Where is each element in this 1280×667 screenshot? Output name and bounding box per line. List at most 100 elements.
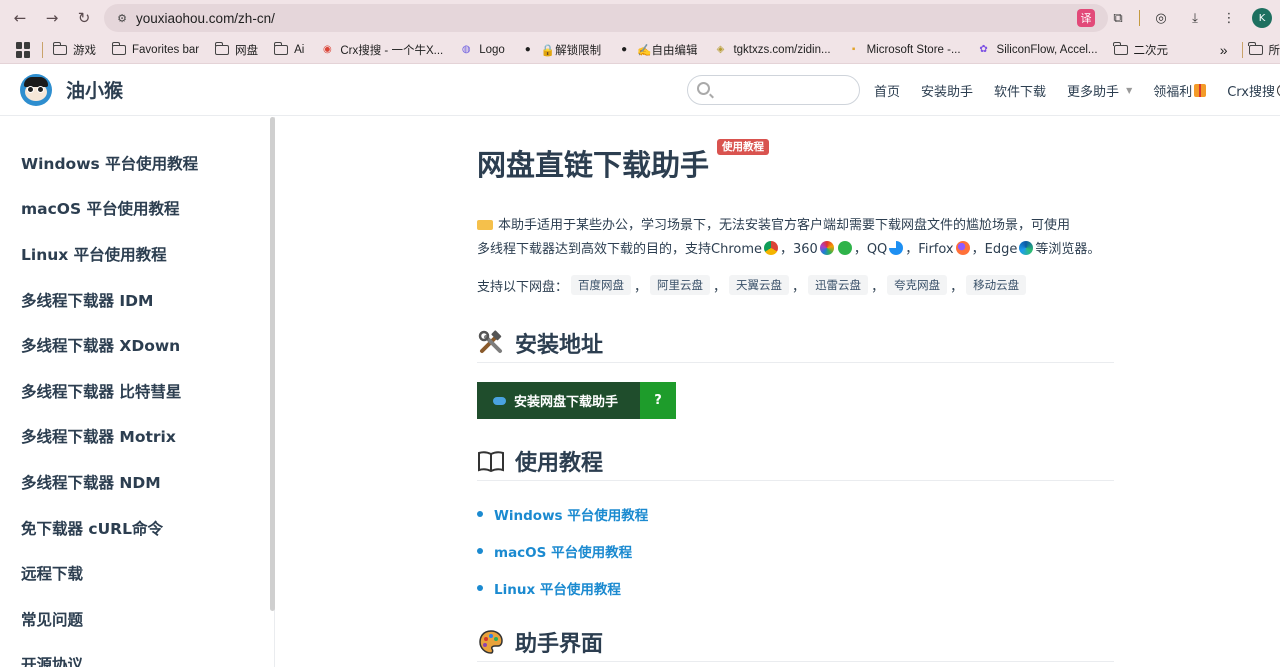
bookmark-label: ✍自由编辑 [637, 44, 698, 57]
intro-paragraph: 本助手适用于某些办公，学习场景下，无法安装官方客户端却需要下载网盘文件的尴尬场景… [477, 214, 1113, 262]
bookmark-item[interactable]: 网盘 [214, 41, 258, 58]
url-text[interactable]: youxiaohou.com/zh-cn/ [136, 11, 275, 26]
tutorial-link-macos[interactable]: macOS 平台使用教程 [477, 532, 1117, 569]
section-ui-title: 助手界面 [515, 631, 604, 657]
bookmark-label: 🔒解锁限制 [540, 44, 602, 57]
intro-text-6: ，Edge [971, 242, 1018, 257]
chrome-icon [764, 241, 778, 255]
intro-text-3: ，360 [780, 242, 818, 257]
ie-icon [837, 241, 852, 255]
search-icon [697, 82, 710, 95]
install-button-group: 安装网盘下载助手 ? [477, 382, 676, 419]
all-bookmarks-label[interactable]: 所 [1269, 42, 1280, 58]
sidebar-item-curl[interactable]: 免下载器 cURL命令 [0, 505, 274, 551]
reload-button[interactable]: ↻ [70, 4, 98, 32]
arrow-right-icon: → [45, 9, 59, 27]
address-bar[interactable]: ⚙ youxiaohou.com/zh-cn/ ☆ [104, 4, 1108, 32]
search-input[interactable] [718, 80, 854, 100]
install-help-button[interactable]: ? [640, 382, 676, 419]
tutorial-link-windows[interactable]: Windows 平台使用教程 [477, 495, 1117, 532]
page-title-text: 网盘直链下载助手 [477, 148, 710, 182]
top-nav: 首页 安装助手 软件下载 更多助手 ▼ 领福利 Crx搜搜18 [874, 64, 1280, 116]
sidebar-item-license[interactable]: 开源协议 [0, 642, 274, 667]
nav-home[interactable]: 首页 [874, 81, 900, 100]
back-button[interactable]: ← [6, 4, 34, 32]
drive-separator: ， [634, 279, 648, 295]
nav-crx[interactable]: Crx搜搜18 [1227, 81, 1280, 100]
drive-chip: 百度网盘 [571, 275, 632, 295]
open-book-icon [477, 447, 505, 475]
sidebar-item-motrix[interactable]: 多线程下载器 Motrix [0, 414, 274, 460]
bookmark-label: SiliconFlow, Accel... [996, 43, 1098, 56]
nav-benefits-label: 领福利 [1153, 84, 1193, 100]
extensions-puzzle-icon[interactable]: ⧉ [1107, 7, 1129, 29]
bookmarks-divider [42, 41, 43, 58]
intro-text-1: 本助手适用于某些办公，学习场景下，无法安装官方客户端却需要下载网盘文件的尴尬场景… [498, 218, 1071, 233]
bookmark-item[interactable]: 二次元 [1113, 41, 1168, 58]
download-icon[interactable]: ⤓ [1184, 7, 1206, 29]
section-tutorial-title: 使用教程 [515, 450, 604, 476]
bookmark-item[interactable]: Favorites bar [111, 41, 199, 56]
bookmark-label: 游戏 [73, 44, 96, 57]
forward-button[interactable]: → [38, 4, 66, 32]
drive-separator: ， [713, 279, 727, 295]
tutorial-link-linux[interactable]: Linux 平台使用教程 [477, 569, 1117, 606]
drive-chip: 天翼云盘 [729, 275, 790, 295]
extension-swirl-icon[interactable]: ◎ [1150, 7, 1172, 29]
drive-separator: ， [950, 279, 964, 295]
bookmark-item[interactable]: ◉ Crx搜搜 - 一个牛X... [320, 42, 443, 58]
bookmarks-overflow: » 所 [1211, 36, 1280, 63]
install-helper-label: 安装网盘下载助手 [514, 395, 619, 410]
palette-icon [477, 628, 505, 656]
bookmark-label: tgktxzs.com/zidin... [733, 43, 831, 56]
apps-grid-icon[interactable] [16, 41, 32, 58]
globe-icon: ● [524, 44, 531, 55]
nav-more-helpers[interactable]: 更多助手 ▼ [1067, 81, 1132, 100]
bookmark-item[interactable]: ● 🔒解锁限制 [521, 42, 601, 58]
site-settings-icon[interactable]: ⚙ [112, 8, 132, 28]
bookmarks-more-button[interactable]: » [1220, 42, 1228, 58]
folder-icon [1113, 41, 1128, 56]
bookmark-label: Logo [479, 43, 505, 56]
nav-software-download[interactable]: 软件下载 [994, 81, 1046, 100]
sidebar-item-remote[interactable]: 远程下载 [0, 550, 274, 596]
sidebar-item-bitcomet[interactable]: 多线程下载器 比特彗星 [0, 368, 274, 414]
sidebar: Windows 平台使用教程 macOS 平台使用教程 Linux 平台使用教程… [0, 117, 275, 667]
install-helper-button[interactable]: 安装网盘下载助手 [477, 382, 640, 419]
bookmark-label: Ai [294, 43, 305, 56]
bookmarks-bar: 游戏 Favorites bar 网盘 Ai ◉ Crx搜搜 - 一个牛X... … [0, 36, 1280, 64]
bookmark-item[interactable]: ◈ tgktxzs.com/zidin... [713, 43, 831, 56]
nav-crx-label: Crx搜搜 [1227, 84, 1276, 100]
main-content: 网盘直链下载助手 使用教程 本助手适用于某些办公，学习场景下，无法安装官方客户端… [477, 117, 1117, 662]
chrome-icon: ◉ [322, 44, 332, 55]
sidebar-item-windows[interactable]: Windows 平台使用教程 [0, 140, 274, 186]
nav-benefits[interactable]: 领福利 [1153, 81, 1207, 100]
drive-chip: 阿里云盘 [650, 275, 711, 295]
sidebar-scrollbar[interactable] [270, 117, 275, 611]
sidebar-item-idm[interactable]: 多线程下载器 IDM [0, 277, 274, 323]
sidebar-item-macos[interactable]: macOS 平台使用教程 [0, 186, 274, 232]
bookmark-item[interactable]: ◍ Logo [459, 44, 505, 56]
bookmark-item[interactable]: ● ✍自由编辑 [617, 42, 697, 58]
bookmark-item[interactable]: ▪ Microsoft Store -... [847, 44, 961, 56]
bookmark-item[interactable]: 游戏 [52, 41, 96, 58]
monkey-logo-icon [20, 73, 52, 106]
folder-icon [111, 41, 126, 56]
sidebar-item-ndm[interactable]: 多线程下载器 NDM [0, 459, 274, 505]
bookmark-item[interactable]: ✿ SiliconFlow, Accel... [977, 43, 1098, 56]
menu-dots-icon[interactable]: ⋮ [1218, 7, 1240, 29]
site-logo[interactable]: 油小猴 [20, 73, 123, 106]
site-search[interactable] [687, 75, 860, 105]
sidebar-item-linux[interactable]: Linux 平台使用教程 [0, 231, 274, 277]
translate-extension-icon[interactable]: 译 [1077, 9, 1095, 27]
section-install-heading: 安装地址 [477, 327, 1114, 363]
bookmark-item[interactable]: Ai [273, 41, 305, 56]
profile-avatar[interactable]: K [1252, 8, 1272, 28]
section-ui-heading: 助手界面 [477, 626, 1114, 662]
sidebar-item-faq[interactable]: 常见问题 [0, 596, 274, 642]
sidebar-item-xdown[interactable]: 多线程下载器 XDown [0, 322, 274, 368]
folder-icon [214, 41, 230, 56]
nav-install-helper[interactable]: 安装助手 [921, 81, 973, 100]
arrow-left-icon: ← [13, 9, 27, 27]
drive-separator: ， [792, 279, 806, 295]
